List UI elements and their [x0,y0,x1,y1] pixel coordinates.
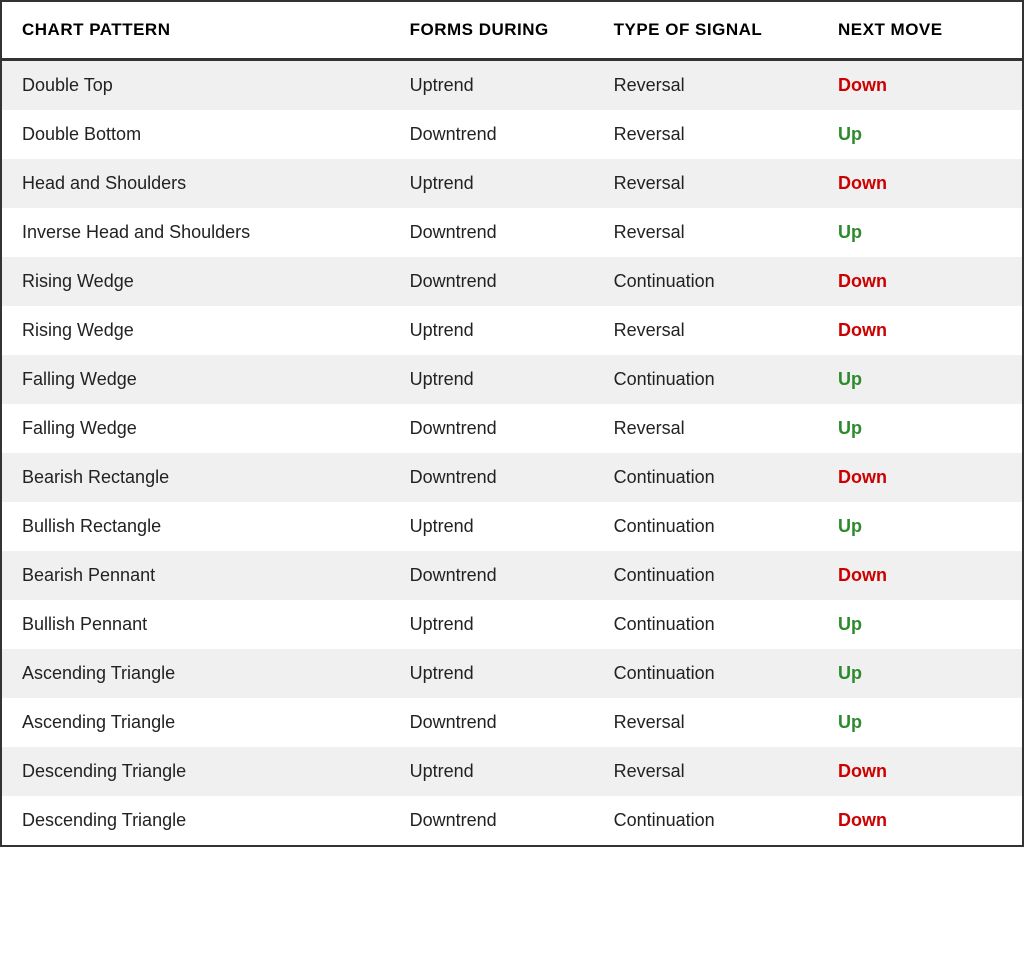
cell-next-move: Down [818,159,1022,208]
table-row: Bullish RectangleUptrendContinuationUp [2,502,1022,551]
cell-forms-during: Downtrend [390,796,594,845]
cell-next-move: Up [818,600,1022,649]
cell-signal-type: Reversal [594,110,818,159]
cell-next-move: Down [818,306,1022,355]
cell-forms-during: Uptrend [390,355,594,404]
cell-signal-type: Continuation [594,453,818,502]
cell-chart-pattern: Rising Wedge [2,257,390,306]
cell-next-move: Up [818,649,1022,698]
table-row: Ascending TriangleDowntrendReversalUp [2,698,1022,747]
cell-signal-type: Continuation [594,355,818,404]
cell-signal-type: Continuation [594,649,818,698]
cell-next-move: Down [818,60,1022,111]
cell-signal-type: Reversal [594,404,818,453]
table-row: Rising WedgeUptrendReversalDown [2,306,1022,355]
cell-chart-pattern: Descending Triangle [2,796,390,845]
table-row: Falling WedgeDowntrendReversalUp [2,404,1022,453]
header-chart-pattern: CHART PATTERN [2,2,390,60]
cell-next-move: Down [818,453,1022,502]
chart-patterns-table-container: CHART PATTERN FORMS DURING TYPE OF SIGNA… [0,0,1024,847]
cell-next-move: Up [818,110,1022,159]
cell-signal-type: Reversal [594,747,818,796]
cell-signal-type: Continuation [594,257,818,306]
cell-chart-pattern: Descending Triangle [2,747,390,796]
table-row: Rising WedgeDowntrendContinuationDown [2,257,1022,306]
cell-chart-pattern: Rising Wedge [2,306,390,355]
cell-chart-pattern: Falling Wedge [2,355,390,404]
cell-next-move: Up [818,502,1022,551]
cell-chart-pattern: Bullish Rectangle [2,502,390,551]
cell-chart-pattern: Double Top [2,60,390,111]
cell-forms-during: Uptrend [390,502,594,551]
cell-chart-pattern: Bullish Pennant [2,600,390,649]
cell-forms-during: Downtrend [390,110,594,159]
cell-next-move: Down [818,796,1022,845]
table-row: Inverse Head and ShouldersDowntrendRever… [2,208,1022,257]
cell-chart-pattern: Head and Shoulders [2,159,390,208]
cell-next-move: Down [818,747,1022,796]
cell-signal-type: Continuation [594,502,818,551]
cell-signal-type: Continuation [594,600,818,649]
cell-chart-pattern: Ascending Triangle [2,649,390,698]
cell-next-move: Down [818,551,1022,600]
cell-forms-during: Downtrend [390,257,594,306]
cell-chart-pattern: Bearish Rectangle [2,453,390,502]
table-row: Descending TriangleUptrendReversalDown [2,747,1022,796]
cell-next-move: Up [818,355,1022,404]
cell-chart-pattern: Inverse Head and Shoulders [2,208,390,257]
cell-forms-during: Uptrend [390,60,594,111]
cell-forms-during: Uptrend [390,306,594,355]
chart-patterns-table: CHART PATTERN FORMS DURING TYPE OF SIGNA… [2,2,1022,845]
table-row: Double BottomDowntrendReversalUp [2,110,1022,159]
cell-forms-during: Downtrend [390,698,594,747]
cell-forms-during: Downtrend [390,453,594,502]
table-row: Bullish PennantUptrendContinuationUp [2,600,1022,649]
cell-next-move: Up [818,404,1022,453]
cell-forms-during: Uptrend [390,747,594,796]
cell-signal-type: Reversal [594,159,818,208]
cell-signal-type: Reversal [594,306,818,355]
table-row: Double TopUptrendReversalDown [2,60,1022,111]
cell-forms-during: Downtrend [390,208,594,257]
cell-forms-during: Downtrend [390,404,594,453]
table-header-row: CHART PATTERN FORMS DURING TYPE OF SIGNA… [2,2,1022,60]
cell-signal-type: Reversal [594,60,818,111]
cell-signal-type: Reversal [594,208,818,257]
cell-next-move: Up [818,698,1022,747]
cell-chart-pattern: Falling Wedge [2,404,390,453]
header-next-move: NEXT MOVE [818,2,1022,60]
header-forms-during: FORMS DURING [390,2,594,60]
table-row: Falling WedgeUptrendContinuationUp [2,355,1022,404]
cell-next-move: Up [818,208,1022,257]
table-row: Head and ShouldersUptrendReversalDown [2,159,1022,208]
header-type-of-signal: TYPE OF SIGNAL [594,2,818,60]
cell-next-move: Down [818,257,1022,306]
table-row: Bearish RectangleDowntrendContinuationDo… [2,453,1022,502]
cell-signal-type: Reversal [594,698,818,747]
cell-chart-pattern: Ascending Triangle [2,698,390,747]
cell-chart-pattern: Bearish Pennant [2,551,390,600]
cell-forms-during: Uptrend [390,600,594,649]
cell-signal-type: Continuation [594,796,818,845]
table-row: Ascending TriangleUptrendContinuationUp [2,649,1022,698]
cell-signal-type: Continuation [594,551,818,600]
table-row: Descending TriangleDowntrendContinuation… [2,796,1022,845]
cell-chart-pattern: Double Bottom [2,110,390,159]
cell-forms-during: Uptrend [390,159,594,208]
table-row: Bearish PennantDowntrendContinuationDown [2,551,1022,600]
cell-forms-during: Uptrend [390,649,594,698]
cell-forms-during: Downtrend [390,551,594,600]
